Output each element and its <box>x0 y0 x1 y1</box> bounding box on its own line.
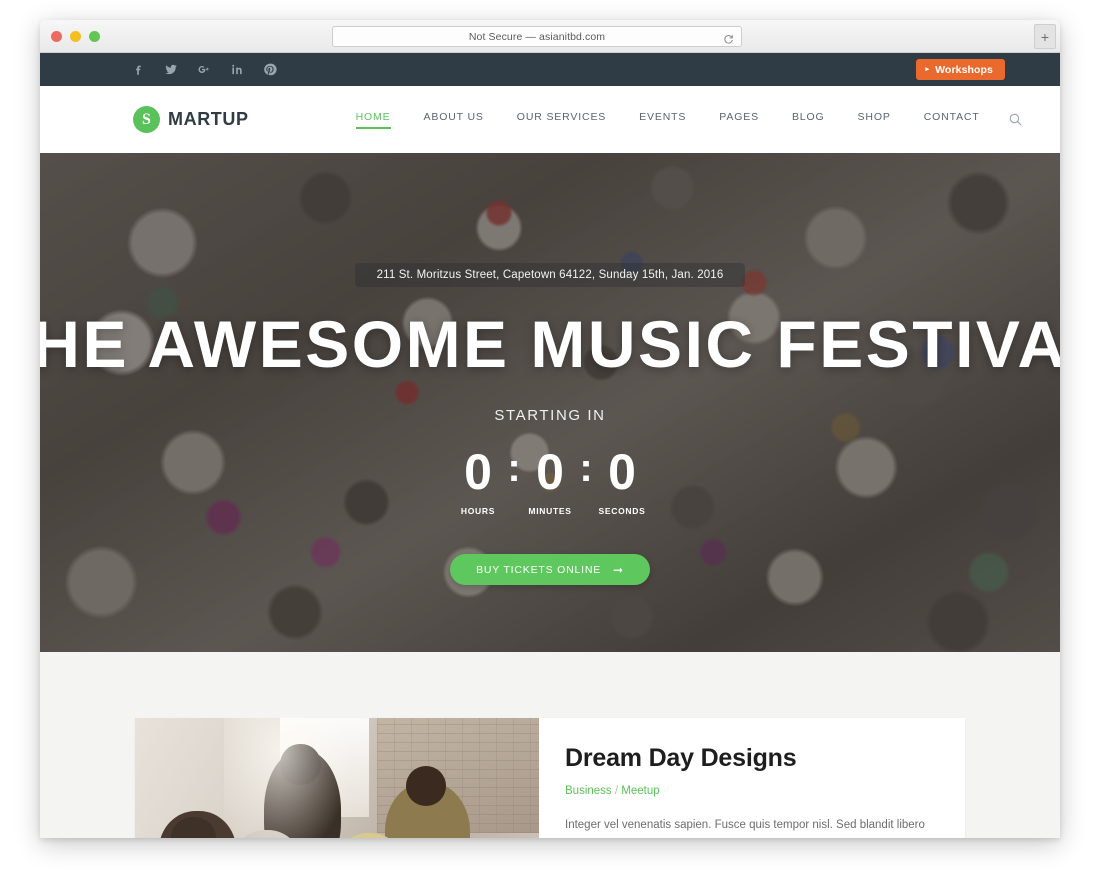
address-bar-text: Not Secure — asianitbd.com <box>468 30 606 43</box>
pinterest-icon[interactable] <box>263 62 277 77</box>
address-bar[interactable]: Not Secure — asianitbd.com <box>332 26 742 47</box>
primary-navigation: HOME ABOUT US OUR SERVICES EVENTS PAGES … <box>355 111 980 129</box>
arrow-right-icon: ➞ <box>613 562 624 577</box>
facebook-icon[interactable] <box>131 62 145 77</box>
nav-item-our-services[interactable]: OUR SERVICES <box>517 111 606 129</box>
countdown-minutes-label: MINUTES <box>528 506 572 517</box>
countdown-hours: 0 HOURS <box>450 447 506 516</box>
post-body: Dream Day Designs Business / Meetup Inte… <box>539 718 965 838</box>
countdown-timer: 0 HOURS : 0 MINUTES : 0 SECONDS <box>450 447 650 516</box>
window-traffic-lights <box>51 31 100 42</box>
logo-text: MARTUP <box>168 109 249 129</box>
site-navbar: S MARTUP HOME ABOUT US OUR SERVICES EVEN… <box>40 86 1060 153</box>
post-categories: Business / Meetup <box>565 785 935 797</box>
twitter-icon[interactable] <box>164 62 178 77</box>
hero-title: THE AWESOME MUSIC FESTIVAL <box>40 307 1060 381</box>
social-links <box>131 62 277 77</box>
new-tab-button[interactable]: + <box>1034 24 1056 49</box>
reload-icon[interactable] <box>723 31 734 44</box>
nav-item-about-us[interactable]: ABOUT US <box>424 111 484 129</box>
post-category-separator: / <box>614 785 619 797</box>
photo-light-glow <box>223 718 362 838</box>
post-category-meetup[interactable]: Meetup <box>621 785 659 797</box>
countdown-minutes-value: 0 <box>536 444 564 501</box>
buy-tickets-label: BUY TICKETS ONLINE <box>476 563 602 576</box>
close-window-button[interactable] <box>51 31 62 42</box>
post-title[interactable]: Dream Day Designs <box>565 744 935 773</box>
countdown-seconds-label: SECONDS <box>598 506 646 517</box>
starting-in-label: STARTING IN <box>494 407 606 425</box>
browser-chrome-bar: Not Secure — asianitbd.com + <box>40 20 1060 53</box>
countdown-hours-label: HOURS <box>460 506 496 517</box>
nav-item-home[interactable]: HOME <box>355 111 391 129</box>
countdown-seconds: 0 SECONDS <box>594 447 650 516</box>
nav-item-pages[interactable]: PAGES <box>719 111 759 129</box>
workshops-button[interactable]: ▸ Workshops <box>916 59 1005 80</box>
nav-item-blog[interactable]: BLOG <box>792 111 825 129</box>
post-category-business[interactable]: Business <box>565 785 612 797</box>
search-icon[interactable] <box>1008 112 1023 127</box>
post-thumbnail-image <box>135 718 539 838</box>
countdown-minutes: 0 MINUTES <box>522 447 578 516</box>
post-excerpt: Integer vel venenatis sapien. Fusce quis… <box>565 819 925 831</box>
workshops-button-label: Workshops <box>935 63 993 76</box>
new-tab-label: + <box>1040 28 1050 45</box>
nav-item-contact[interactable]: CONTACT <box>924 111 980 129</box>
countdown-seconds-value: 0 <box>608 444 636 501</box>
hero-section: 211 St. Moritzus Street, Capetown 64122,… <box>40 153 1060 652</box>
zoom-window-button[interactable] <box>89 31 100 42</box>
post-card[interactable]: Dream Day Designs Business / Meetup Inte… <box>135 718 965 838</box>
google-plus-icon[interactable] <box>197 62 211 77</box>
nav-item-shop[interactable]: SHOP <box>858 111 891 129</box>
site-logo[interactable]: S MARTUP <box>133 106 249 133</box>
countdown-separator-1: : <box>507 446 521 491</box>
logo-mark-icon: S <box>133 106 160 133</box>
photo-head-5 <box>405 766 447 806</box>
workshops-arrow-icon: ▸ <box>925 66 930 73</box>
buy-tickets-button[interactable]: BUY TICKETS ONLINE ➞ <box>450 554 650 586</box>
browser-window: Not Secure — asianitbd.com + ▸ Workshops… <box>40 20 1060 838</box>
countdown-hours-value: 0 <box>464 444 492 501</box>
hero-content: 211 St. Moritzus Street, Capetown 64122,… <box>40 153 1060 652</box>
linkedin-icon[interactable] <box>230 62 244 77</box>
event-address: 211 St. Moritzus Street, Capetown 64122,… <box>354 263 746 287</box>
countdown-separator-2: : <box>579 446 593 491</box>
nav-item-events[interactable]: EVENTS <box>639 111 686 129</box>
minimize-window-button[interactable] <box>70 31 81 42</box>
blog-section: Dream Day Designs Business / Meetup Inte… <box>40 652 1060 838</box>
site-topbar: ▸ Workshops <box>40 53 1060 86</box>
page-viewport: ▸ Workshops S MARTUP HOME ABOUT US OUR S… <box>40 53 1060 838</box>
